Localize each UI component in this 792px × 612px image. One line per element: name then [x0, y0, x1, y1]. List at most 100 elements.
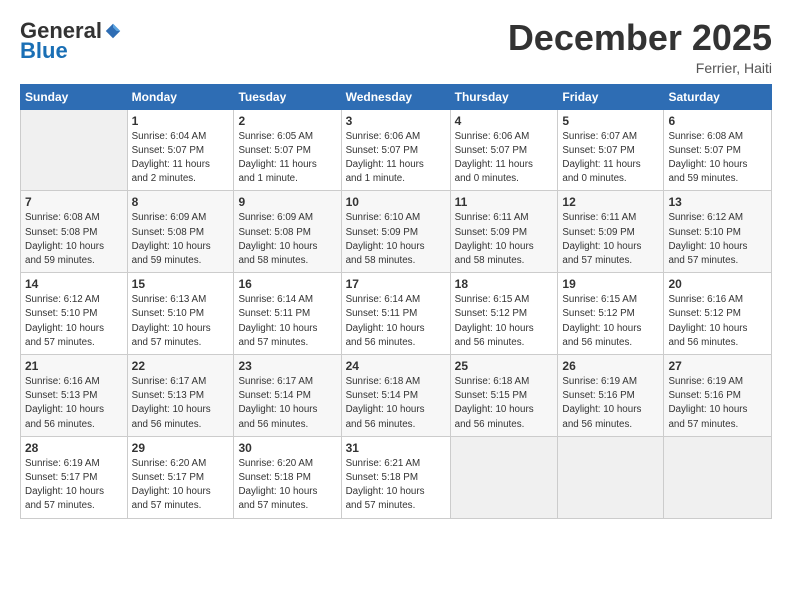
calendar-week-1: 1 Sunrise: 6:04 AMSunset: 5:07 PMDaylight… — [21, 109, 772, 191]
weekday-header-saturday: Saturday — [664, 84, 772, 109]
calendar-cell — [450, 436, 558, 518]
calendar-cell — [664, 436, 772, 518]
day-info: Sunrise: 6:14 AMSunset: 5:11 PMDaylight:… — [346, 293, 446, 350]
day-number: 11 — [455, 195, 554, 209]
day-number: 8 — [132, 195, 230, 209]
calendar-cell: 12 Sunrise: 6:11 AMSunset: 5:09 PMDayligh… — [558, 191, 664, 273]
day-info: Sunrise: 6:20 AMSunset: 5:18 PMDaylight:… — [238, 457, 336, 514]
page: General Blue December 2025 Ferrier, Hait… — [0, 0, 792, 612]
calendar-cell: 13 Sunrise: 6:12 AMSunset: 5:10 PMDayligh… — [664, 191, 772, 273]
day-info: Sunrise: 6:11 AMSunset: 5:09 PMDaylight:… — [562, 211, 659, 268]
calendar-cell: 15 Sunrise: 6:13 AMSunset: 5:10 PMDayligh… — [127, 273, 234, 355]
day-number: 29 — [132, 441, 230, 455]
calendar-cell — [558, 436, 664, 518]
day-number: 5 — [562, 114, 659, 128]
calendar-cell: 22 Sunrise: 6:17 AMSunset: 5:13 PMDayligh… — [127, 355, 234, 437]
day-number: 7 — [25, 195, 123, 209]
day-number: 3 — [346, 114, 446, 128]
day-number: 31 — [346, 441, 446, 455]
weekday-header-monday: Monday — [127, 84, 234, 109]
location: Ferrier, Haiti — [508, 60, 772, 76]
day-info: Sunrise: 6:18 AMSunset: 5:15 PMDaylight:… — [455, 375, 554, 432]
day-info: Sunrise: 6:19 AMSunset: 5:17 PMDaylight:… — [25, 457, 123, 514]
day-info: Sunrise: 6:04 AMSunset: 5:07 PMDaylight:… — [132, 130, 230, 187]
day-number: 30 — [238, 441, 336, 455]
calendar-cell: 26Sunrise: 6:19 AMSunset: 5:16 PMDayligh… — [558, 355, 664, 437]
day-info: Sunrise: 6:15 AMSunset: 5:12 PMDaylight:… — [455, 293, 554, 350]
calendar-cell: 9Sunrise: 6:09 AMSunset: 5:08 PMDaylight… — [234, 191, 341, 273]
calendar-cell: 27 Sunrise: 6:19 AMSunset: 5:16 PMDayligh… — [664, 355, 772, 437]
day-number: 6 — [668, 114, 767, 128]
day-number: 1 — [132, 114, 230, 128]
calendar-week-2: 7 Sunrise: 6:08 AMSunset: 5:08 PMDaylight… — [21, 191, 772, 273]
calendar-cell: 31 Sunrise: 6:21 AMSunset: 5:18 PMDayligh… — [341, 436, 450, 518]
calendar-cell: 3 Sunrise: 6:06 AMSunset: 5:07 PMDaylight… — [341, 109, 450, 191]
calendar-cell: 18 Sunrise: 6:15 AMSunset: 5:12 PMDayligh… — [450, 273, 558, 355]
day-info: Sunrise: 6:18 AMSunset: 5:14 PMDaylight:… — [346, 375, 446, 432]
calendar-cell: 21 Sunrise: 6:16 AMSunset: 5:13 PMDayligh… — [21, 355, 128, 437]
day-info: Sunrise: 6:12 AMSunset: 5:10 PMDaylight:… — [25, 293, 123, 350]
day-number: 10 — [346, 195, 446, 209]
header: General Blue December 2025 Ferrier, Hait… — [20, 18, 772, 76]
day-number: 2 — [238, 114, 336, 128]
calendar-cell: 5 Sunrise: 6:07 AMSunset: 5:07 PMDaylight… — [558, 109, 664, 191]
day-info: Sunrise: 6:17 AMSunset: 5:14 PMDaylight:… — [238, 375, 336, 432]
day-number: 20 — [668, 277, 767, 291]
calendar-body: 1 Sunrise: 6:04 AMSunset: 5:07 PMDaylight… — [21, 109, 772, 518]
logo-icon — [104, 22, 122, 40]
day-info: Sunrise: 6:16 AMSunset: 5:13 PMDaylight:… — [25, 375, 123, 432]
day-number: 28 — [25, 441, 123, 455]
calendar-week-5: 28 Sunrise: 6:19 AMSunset: 5:17 PMDayligh… — [21, 436, 772, 518]
day-number: 12 — [562, 195, 659, 209]
day-number: 24 — [346, 359, 446, 373]
logo: General Blue — [20, 18, 122, 64]
day-info: Sunrise: 6:13 AMSunset: 5:10 PMDaylight:… — [132, 293, 230, 350]
calendar-cell: 4Sunrise: 6:06 AMSunset: 5:07 PMDaylight… — [450, 109, 558, 191]
day-info: Sunrise: 6:21 AMSunset: 5:18 PMDaylight:… — [346, 457, 446, 514]
day-info: Sunrise: 6:08 AMSunset: 5:07 PMDaylight:… — [668, 130, 767, 187]
calendar-cell: 8Sunrise: 6:09 AMSunset: 5:08 PMDaylight… — [127, 191, 234, 273]
day-number: 27 — [668, 359, 767, 373]
day-info: Sunrise: 6:17 AMSunset: 5:13 PMDaylight:… — [132, 375, 230, 432]
calendar-cell: 14 Sunrise: 6:12 AMSunset: 5:10 PMDayligh… — [21, 273, 128, 355]
calendar-cell: 30 Sunrise: 6:20 AMSunset: 5:18 PMDayligh… — [234, 436, 341, 518]
calendar-cell: 7 Sunrise: 6:08 AMSunset: 5:08 PMDaylight… — [21, 191, 128, 273]
day-info: Sunrise: 6:11 AMSunset: 5:09 PMDaylight:… — [455, 211, 554, 268]
calendar-week-4: 21 Sunrise: 6:16 AMSunset: 5:13 PMDayligh… — [21, 355, 772, 437]
day-info: Sunrise: 6:14 AMSunset: 5:11 PMDaylight:… — [238, 293, 336, 350]
day-number: 22 — [132, 359, 230, 373]
day-number: 13 — [668, 195, 767, 209]
calendar-cell: 6 Sunrise: 6:08 AMSunset: 5:07 PMDaylight… — [664, 109, 772, 191]
calendar-cell: 17 Sunrise: 6:14 AMSunset: 5:11 PMDayligh… — [341, 273, 450, 355]
day-number: 14 — [25, 277, 123, 291]
calendar-cell: 1 Sunrise: 6:04 AMSunset: 5:07 PMDaylight… — [127, 109, 234, 191]
calendar-cell — [21, 109, 128, 191]
title-block: December 2025 Ferrier, Haiti — [508, 18, 772, 76]
day-info: Sunrise: 6:07 AMSunset: 5:07 PMDaylight:… — [562, 130, 659, 187]
day-number: 18 — [455, 277, 554, 291]
day-info: Sunrise: 6:08 AMSunset: 5:08 PMDaylight:… — [25, 211, 123, 268]
weekday-header-wednesday: Wednesday — [341, 84, 450, 109]
day-info: Sunrise: 6:12 AMSunset: 5:10 PMDaylight:… — [668, 211, 767, 268]
calendar-cell: 2Sunrise: 6:05 AMSunset: 5:07 PMDaylight… — [234, 109, 341, 191]
calendar-cell: 11 Sunrise: 6:11 AMSunset: 5:09 PMDayligh… — [450, 191, 558, 273]
calendar-header: SundayMondayTuesdayWednesdayThursdayFrid… — [21, 84, 772, 109]
day-number: 26 — [562, 359, 659, 373]
day-number: 17 — [346, 277, 446, 291]
calendar-table: SundayMondayTuesdayWednesdayThursdayFrid… — [20, 84, 772, 519]
day-info: Sunrise: 6:19 AMSunset: 5:16 PMDaylight:… — [668, 375, 767, 432]
day-info: Sunrise: 6:10 AMSunset: 5:09 PMDaylight:… — [346, 211, 446, 268]
weekday-header-thursday: Thursday — [450, 84, 558, 109]
day-info: Sunrise: 6:15 AMSunset: 5:12 PMDaylight:… — [562, 293, 659, 350]
day-number: 15 — [132, 277, 230, 291]
calendar-cell: 19Sunrise: 6:15 AMSunset: 5:12 PMDayligh… — [558, 273, 664, 355]
day-number: 23 — [238, 359, 336, 373]
calendar-cell: 10 Sunrise: 6:10 AMSunset: 5:09 PMDayligh… — [341, 191, 450, 273]
day-number: 4 — [455, 114, 554, 128]
calendar-cell: 16Sunrise: 6:14 AMSunset: 5:11 PMDayligh… — [234, 273, 341, 355]
day-number: 25 — [455, 359, 554, 373]
day-number: 21 — [25, 359, 123, 373]
calendar-cell: 24 Sunrise: 6:18 AMSunset: 5:14 PMDayligh… — [341, 355, 450, 437]
day-info: Sunrise: 6:06 AMSunset: 5:07 PMDaylight:… — [346, 130, 446, 187]
weekday-header-tuesday: Tuesday — [234, 84, 341, 109]
